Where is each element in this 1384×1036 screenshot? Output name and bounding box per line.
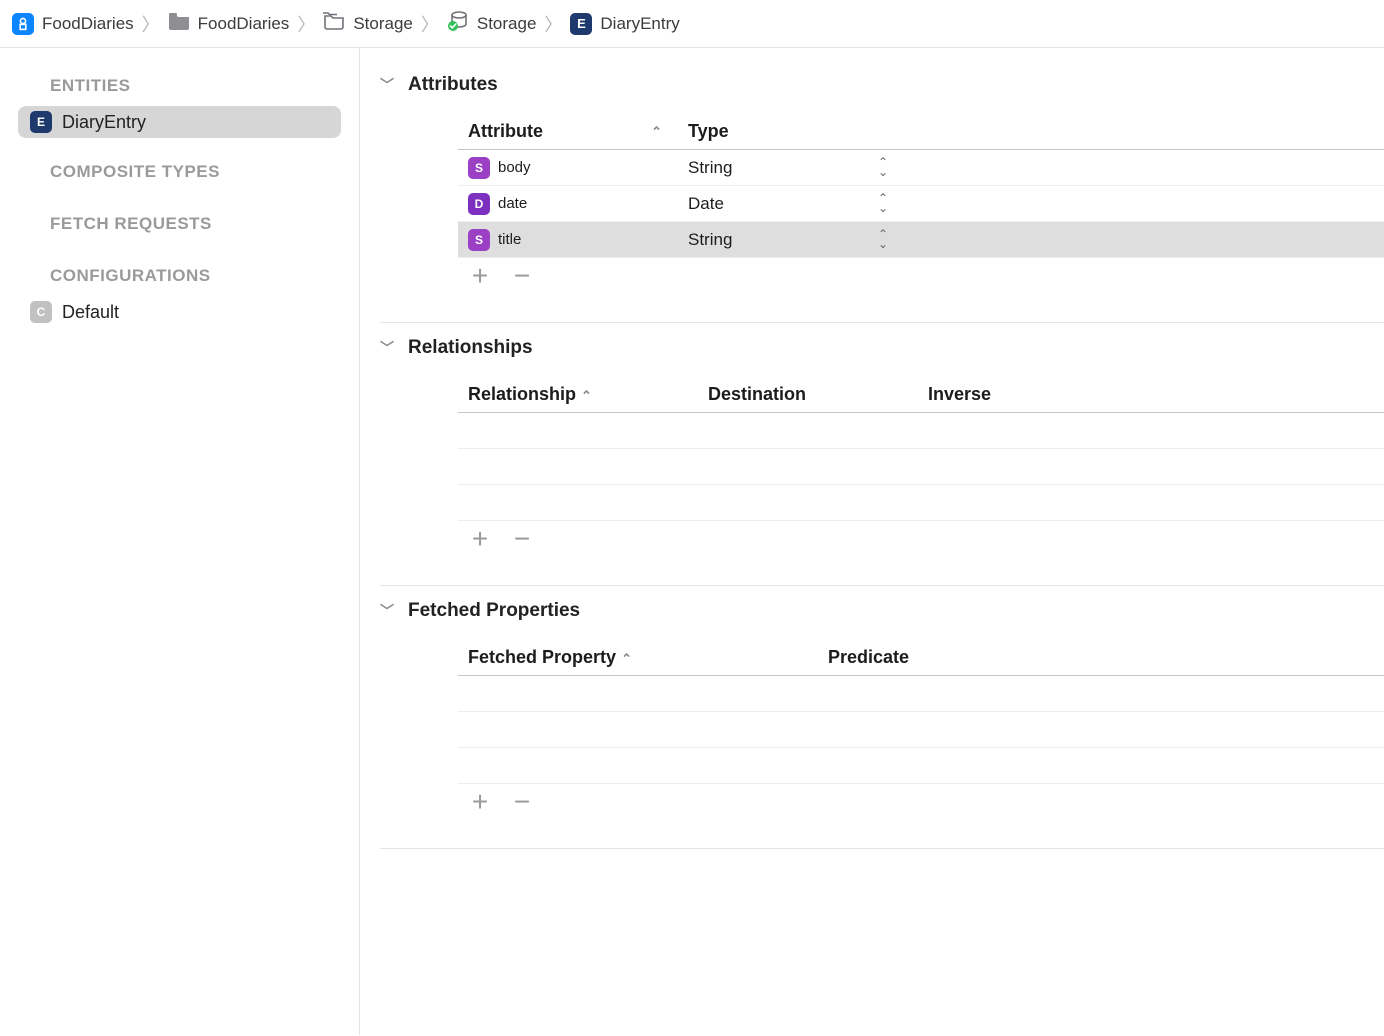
table-row[interactable] [458,413,1384,449]
table-actions: + − [458,521,1384,561]
sidebar-item-config[interactable]: C Default [18,296,341,328]
crumb-label: FoodDiaries [42,14,134,34]
section-title: Fetched Properties [408,600,580,622]
breadcrumb: FoodDiaries 〉 FoodDiaries 〉 Storage 〉 St… [0,0,1384,48]
section-header-relationships[interactable]: ﹀ Relationships [360,331,1384,365]
col-header-relationship[interactable]: Relationship ⌃ [458,380,698,409]
chevron-down-icon: ﹀ [380,338,394,358]
attribute-type: String [688,158,732,178]
main-panel: ﹀ Attributes Attribute ⌃ Type S bod [360,48,1384,1035]
table-row[interactable] [458,676,1384,712]
crumb-storage-group[interactable]: Storage [323,11,413,36]
col-header-predicate[interactable]: Predicate [818,643,1118,672]
stepper-icon: ⌃⌄ [878,230,888,249]
add-button[interactable]: + [468,790,492,814]
add-button[interactable]: + [468,527,492,551]
section-relationships: ﹀ Relationships Relationship ⌃ Destinati… [360,323,1384,586]
relationships-table: Relationship ⌃ Destination Inverse + − [458,377,1384,561]
sidebar-header-composite: COMPOSITE TYPES [10,152,349,190]
database-icon [447,10,469,37]
attribute-type: String [688,230,732,250]
remove-button[interactable]: − [510,264,534,288]
section-title: Relationships [408,337,533,359]
attribute-type: Date [688,194,724,214]
attribute-row[interactable]: S title String ⌃⌄ [458,222,1384,258]
add-button[interactable]: + [468,264,492,288]
table-header-row: Attribute ⌃ Type [458,114,1384,150]
type-selector[interactable]: String ⌃⌄ [688,158,888,178]
attribute-name: date [498,195,527,212]
sort-indicator-icon: ⌃ [581,388,598,403]
crumb-project-folder[interactable]: FoodDiaries [168,12,290,35]
sidebar-item-entity[interactable]: E DiaryEntry [18,106,341,138]
section-attributes: ﹀ Attributes Attribute ⌃ Type S bod [360,60,1384,323]
chevron-right-icon: 〉 [295,11,317,37]
sort-indicator-icon: ⌃ [651,124,668,140]
chevron-down-icon: ﹀ [380,75,394,95]
table-actions: + − [458,258,1384,298]
crumb-label: DiaryEntry [600,14,679,34]
table-header-row: Fetched Property ⌃ Predicate [458,640,1384,676]
type-selector[interactable]: String ⌃⌄ [688,230,888,250]
col-header-inverse[interactable]: Inverse [918,380,1138,409]
attributes-table: Attribute ⌃ Type S body String [458,114,1384,298]
table-actions: + − [458,784,1384,824]
stepper-icon: ⌃⌄ [878,194,888,213]
crumb-label: Storage [353,14,413,34]
crumb-label: Storage [477,14,537,34]
folder-group-icon [323,11,345,36]
crumb-storage-db[interactable]: Storage [447,10,537,37]
sidebar: ENTITIES E DiaryEntry COMPOSITE TYPES FE… [0,48,360,1035]
sidebar-header-config: CONFIGURATIONS [10,256,349,294]
table-row[interactable] [458,449,1384,485]
attribute-name: title [498,231,521,248]
entity-icon: E [570,13,592,35]
chevron-right-icon: 〉 [542,11,564,37]
crumb-label: FoodDiaries [198,14,290,34]
chevron-right-icon: 〉 [140,11,162,37]
type-selector[interactable]: Date ⌃⌄ [688,194,888,214]
app-icon [12,13,34,35]
stepper-icon: ⌃⌄ [878,158,888,177]
sidebar-item-label: Default [62,302,119,323]
crumb-app[interactable]: FoodDiaries [12,13,134,35]
col-header-destination[interactable]: Destination [698,380,918,409]
sidebar-header-entities: ENTITIES [10,66,349,104]
fetched-table: Fetched Property ⌃ Predicate + − [458,640,1384,824]
folder-icon [168,12,190,35]
remove-button[interactable]: − [510,790,534,814]
col-header-type[interactable]: Type [678,117,898,146]
attribute-row[interactable]: S body String ⌃⌄ [458,150,1384,186]
string-type-icon: S [468,157,490,179]
section-header-attributes[interactable]: ﹀ Attributes [360,68,1384,102]
table-row[interactable] [458,712,1384,748]
crumb-entity[interactable]: E DiaryEntry [570,13,679,35]
attribute-row[interactable]: D date Date ⌃⌄ [458,186,1384,222]
table-header-row: Relationship ⌃ Destination Inverse [458,377,1384,413]
chevron-right-icon: 〉 [419,11,441,37]
entity-icon: E [30,111,52,133]
string-type-icon: S [468,229,490,251]
sidebar-header-fetch: FETCH REQUESTS [10,204,349,242]
section-fetched-properties: ﹀ Fetched Properties Fetched Property ⌃ … [360,586,1384,849]
col-header-fetched-property[interactable]: Fetched Property ⌃ [458,643,818,672]
config-icon: C [30,301,52,323]
col-header-attribute[interactable]: Attribute ⌃ [458,117,678,146]
section-title: Attributes [408,74,498,96]
sort-indicator-icon: ⌃ [621,651,638,666]
table-row[interactable] [458,748,1384,784]
chevron-down-icon: ﹀ [380,601,394,621]
attribute-name: body [498,159,531,176]
date-type-icon: D [468,193,490,215]
table-row[interactable] [458,485,1384,521]
sidebar-item-label: DiaryEntry [62,112,146,133]
section-header-fetched[interactable]: ﹀ Fetched Properties [360,594,1384,628]
remove-button[interactable]: − [510,527,534,551]
